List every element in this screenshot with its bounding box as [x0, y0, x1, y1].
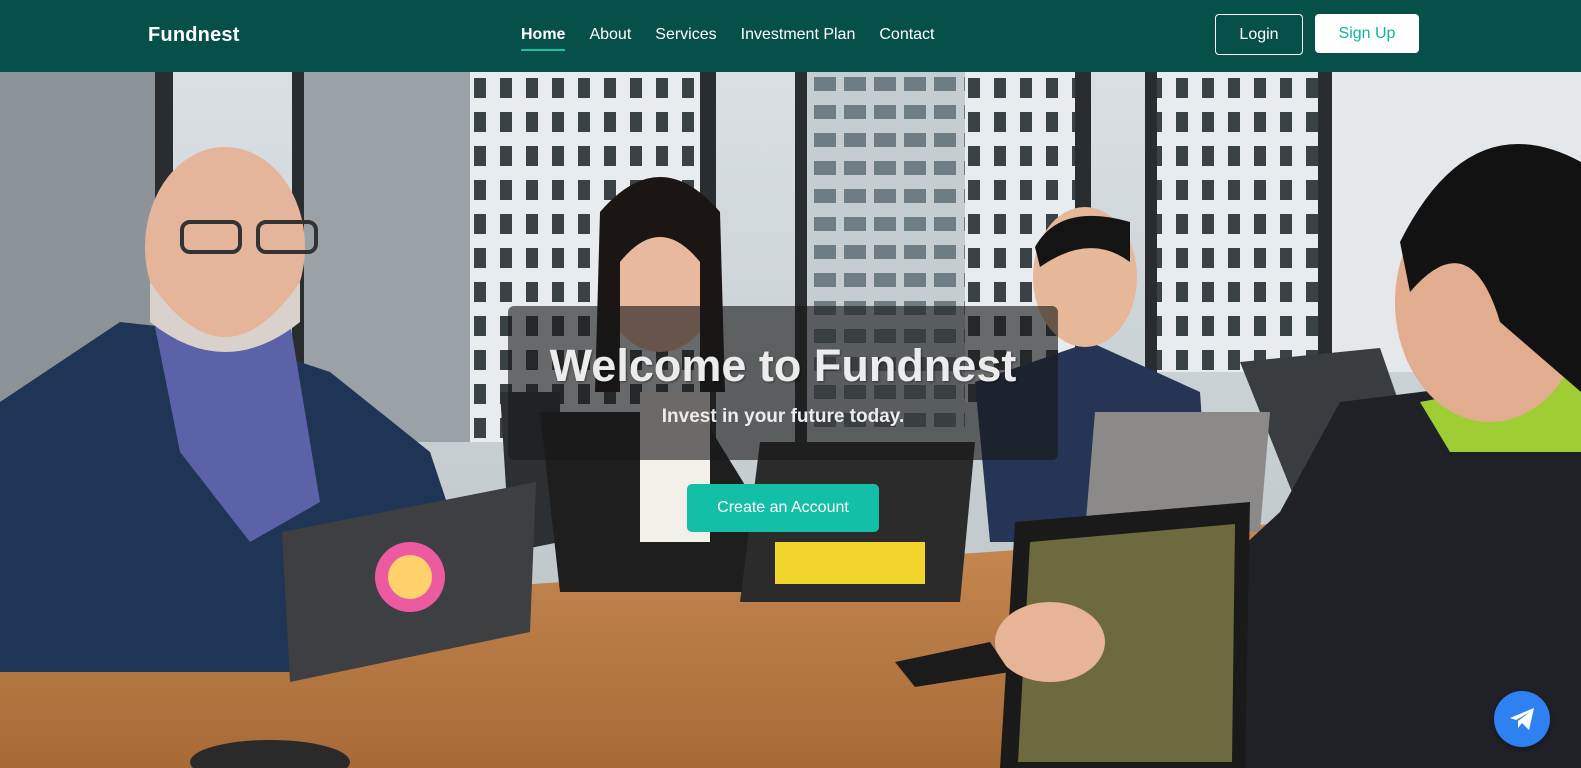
- hero-section: Welcome to Fundnest Invest in your futur…: [0, 72, 1581, 768]
- hero-title: Welcome to Fundnest: [549, 340, 1017, 391]
- nav-link-about[interactable]: About: [589, 26, 631, 51]
- nav-link-home[interactable]: Home: [521, 26, 566, 51]
- hero-subtitle: Invest in your future today.: [661, 406, 905, 427]
- nav-link-investment-plan[interactable]: Investment Plan: [741, 26, 856, 51]
- create-account-button[interactable]: Create an Account: [687, 484, 879, 532]
- telegram-icon: [1510, 708, 1534, 730]
- telegram-button[interactable]: [1494, 691, 1550, 747]
- navbar: Fundnest Home About Services Investment …: [0, 0, 1581, 72]
- hero-text-box: Welcome to Fundnest Invest in your futur…: [508, 306, 1058, 460]
- signup-button[interactable]: Sign Up: [1315, 14, 1419, 53]
- login-button[interactable]: Login: [1215, 14, 1303, 55]
- nav-links: Home About Services Investment Plan Cont…: [521, 26, 935, 51]
- nav-link-services[interactable]: Services: [655, 26, 716, 51]
- nav-link-contact[interactable]: Contact: [879, 26, 934, 51]
- brand-logo[interactable]: Fundnest: [148, 24, 240, 47]
